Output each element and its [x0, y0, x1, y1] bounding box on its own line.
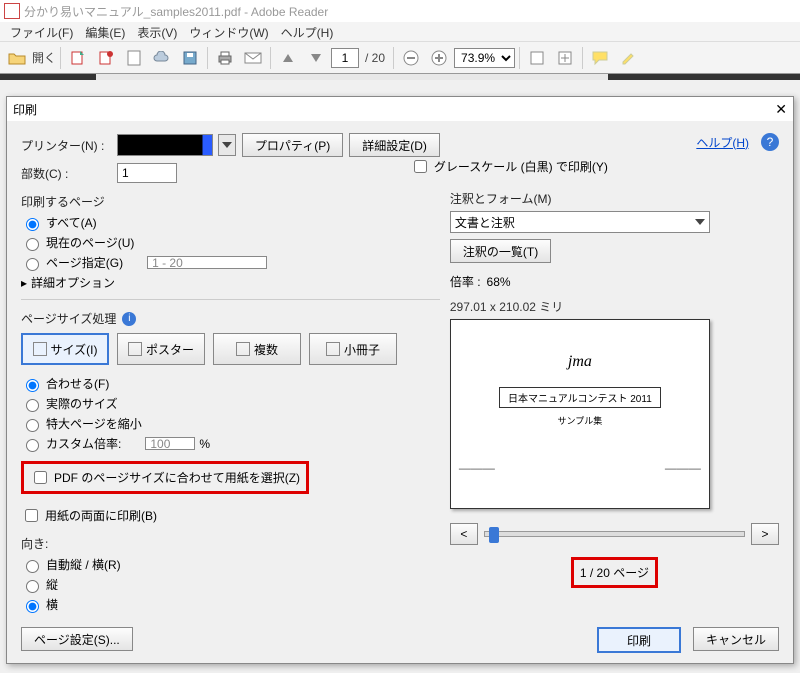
radio-landscape[interactable]: 横: [21, 596, 440, 613]
print-preview: jma 日本マニュアルコンテスト 2011 サンプル集 ——————: [450, 319, 710, 509]
menu-bar: ファイル(F) 編集(E) 表示(V) ウィンドウ(W) ヘルプ(H): [0, 22, 800, 42]
highlight-box-page-indicator: 1 / 20 ページ: [571, 557, 658, 588]
dialog-title-bar: 印刷 ✕: [7, 97, 793, 121]
tab-poster[interactable]: ポスター: [117, 333, 205, 365]
page-up-icon[interactable]: [275, 45, 301, 71]
cloud-icon[interactable]: [149, 45, 175, 71]
zoom-select[interactable]: 73.9%: [454, 48, 515, 68]
custom-scale-input[interactable]: [145, 437, 195, 450]
close-icon[interactable]: ✕: [775, 101, 787, 118]
copies-input[interactable]: [117, 163, 177, 183]
annotation-list-button[interactable]: 注釈の一覧(T): [450, 239, 551, 263]
window-title-bar: 分かり易いマニュアル_samples2011.pdf - Adobe Reade…: [0, 0, 800, 22]
booklet-tab-icon: [326, 342, 340, 356]
mail-icon[interactable]: [240, 45, 266, 71]
printer-select[interactable]: [117, 134, 213, 156]
highlight-icon[interactable]: [615, 45, 641, 71]
save-icon[interactable]: [177, 45, 203, 71]
printer-label: プリンター(N) :: [21, 137, 111, 154]
radio-fit[interactable]: 合わせる(F): [21, 375, 440, 392]
radio-current[interactable]: 現在のページ(U): [21, 234, 440, 251]
document-area: [0, 74, 800, 80]
size-tab-icon: [33, 342, 47, 356]
highlight-box-choose-paper: PDF のページサイズに合わせて用紙を選択(Z): [21, 461, 309, 494]
printer-dropdown-icon[interactable]: [218, 134, 236, 156]
scale-value: 68%: [487, 275, 511, 289]
print-button[interactable]: 印刷: [597, 627, 681, 653]
menu-file[interactable]: ファイル(F): [4, 22, 79, 41]
preview-logo: jma: [568, 353, 592, 371]
comment-icon[interactable]: [587, 45, 613, 71]
fit-page-icon[interactable]: [552, 45, 578, 71]
preview-slider[interactable]: [484, 531, 745, 537]
radio-portrait[interactable]: 縦: [21, 576, 440, 593]
page-indicator: 1 / 20 ページ: [580, 566, 649, 580]
menu-edit[interactable]: 編集(E): [79, 22, 131, 41]
cancel-button[interactable]: キャンセル: [693, 627, 779, 651]
tab-multiple[interactable]: 複数: [213, 333, 301, 365]
preview-title: 日本マニュアルコンテスト 2011: [499, 387, 661, 408]
page-total-label: / 20: [361, 51, 389, 65]
open-label: 開く: [32, 49, 56, 66]
page-range-input[interactable]: [147, 256, 267, 269]
menu-window[interactable]: ウィンドウ(W): [183, 22, 274, 41]
preview-prev-button[interactable]: <: [450, 523, 478, 545]
chevron-down-icon: [695, 219, 705, 225]
info-icon[interactable]: i: [122, 312, 136, 326]
app-icon: [4, 3, 20, 19]
help-link[interactable]: ヘルプ(H): [696, 134, 749, 151]
checkbox-choose-paper[interactable]: PDF のページサイズに合わせて用紙を選択(Z): [30, 468, 300, 487]
multi-tab-icon: [236, 342, 250, 356]
print-icon[interactable]: [212, 45, 238, 71]
copies-label: 部数(C) :: [21, 165, 111, 182]
zoom-out-icon[interactable]: [398, 45, 424, 71]
zoom-in-icon[interactable]: [426, 45, 452, 71]
fit-width-icon[interactable]: [524, 45, 550, 71]
radio-custom-scale[interactable]: カスタム倍率: %: [21, 435, 440, 452]
help-icon[interactable]: ?: [761, 133, 779, 151]
tab-booklet[interactable]: 小冊子: [309, 333, 397, 365]
menu-help[interactable]: ヘルプ(H): [275, 22, 340, 41]
open-button[interactable]: 開く: [4, 45, 56, 71]
folder-icon: [4, 45, 30, 71]
scale-label: 倍率 :: [450, 273, 481, 290]
annotation-header: 注釈とフォーム(M): [450, 190, 779, 207]
radio-shrink[interactable]: 特大ページを縮小: [21, 415, 440, 432]
toolbar: 開く / 20 73.9%: [0, 42, 800, 74]
properties-button[interactable]: プロパティ(P): [242, 133, 343, 157]
export-pdf-icon[interactable]: [65, 45, 91, 71]
pages-header: 印刷するページ: [21, 193, 440, 210]
orientation-header: 向き:: [21, 535, 440, 552]
radio-auto-orient[interactable]: 自動縦 / 横(R): [21, 556, 440, 573]
print-dialog: 印刷 ✕ プリンター(N) : プロパティ(P) 詳細設定(D) 部数(C) :…: [6, 96, 794, 664]
preview-subtitle: サンプル集: [558, 414, 603, 427]
preview-next-button[interactable]: >: [751, 523, 779, 545]
tab-size[interactable]: サイズ(I): [21, 333, 109, 365]
preview-dimensions: 297.01 x 210.02 ミリ: [450, 298, 779, 315]
page-down-icon[interactable]: [303, 45, 329, 71]
page-setup-button[interactable]: ページ設定(S)...: [21, 627, 133, 651]
checkbox-duplex[interactable]: 用紙の両面に印刷(B): [21, 506, 440, 525]
radio-all[interactable]: すべて(A): [21, 214, 440, 231]
annotation-select[interactable]: 文書と注釈: [450, 211, 710, 233]
more-options-toggle[interactable]: ▸ 詳細オプション: [21, 274, 440, 291]
size-header: ページサイズ処理: [21, 310, 116, 327]
page-number-input[interactable]: [331, 48, 359, 68]
window-title: 分かり易いマニュアル_samples2011.pdf - Adobe Reade…: [24, 3, 328, 20]
radio-range[interactable]: ページ指定(G): [21, 254, 440, 271]
document-icon[interactable]: [121, 45, 147, 71]
menu-view[interactable]: 表示(V): [131, 22, 183, 41]
poster-tab-icon: [128, 342, 142, 356]
radio-actual[interactable]: 実際のサイズ: [21, 395, 440, 412]
create-pdf-icon[interactable]: [93, 45, 119, 71]
dialog-title: 印刷: [13, 101, 37, 118]
advanced-button[interactable]: 詳細設定(D): [349, 133, 440, 157]
slider-thumb[interactable]: [489, 527, 499, 543]
